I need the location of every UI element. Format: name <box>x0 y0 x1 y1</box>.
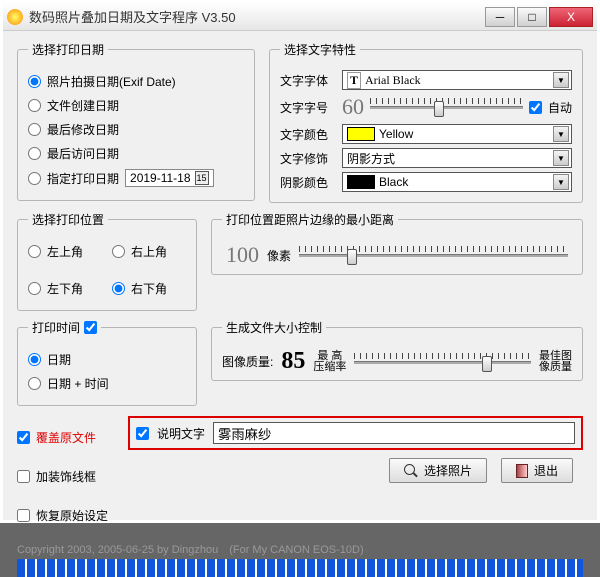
quality-value: 85 <box>281 348 305 375</box>
label-tr: 右上角 <box>131 243 167 260</box>
color-value: Yellow <box>379 127 413 141</box>
size-slider[interactable] <box>370 95 523 119</box>
app-window: 数码照片叠加日期及文字程序 V3.50 ─ □ X 选择打印日期 照片拍摄日期(… <box>0 0 600 523</box>
window-title: 数码照片叠加日期及文字程序 V3.50 <box>29 7 483 26</box>
label-bl: 左下角 <box>47 280 83 297</box>
label-date-time: 日期 + 时间 <box>47 375 109 392</box>
quality-slider[interactable] <box>354 350 531 374</box>
quality-left-note: 最 高压缩率 <box>313 351 346 373</box>
desc-label: 说明文字 <box>157 425 205 442</box>
label-modified: 最后修改日期 <box>47 121 119 138</box>
radio-br[interactable] <box>112 282 125 295</box>
margin-slider[interactable] <box>299 243 568 267</box>
description-highlight: 说明文字 <box>128 416 583 450</box>
color-swatch-icon <box>347 127 375 141</box>
shadow-value: Black <box>379 175 408 189</box>
label-tl: 左上角 <box>47 243 83 260</box>
margin-legend: 打印位置距照片边缘的最小距离 <box>222 211 398 228</box>
font-select[interactable]: T Arial Black ▼ <box>342 70 572 90</box>
date-group: 选择打印日期 照片拍摄日期(Exif Date) 文件创建日期 最后修改日期 最… <box>17 41 255 201</box>
exit-button[interactable]: 退出 <box>501 458 573 483</box>
deco-label: 文字修饰 <box>280 150 336 167</box>
restore-checkbox[interactable] <box>17 509 30 522</box>
close-button[interactable]: X <box>549 7 593 27</box>
label-date-only: 日期 <box>47 351 71 368</box>
auto-label: 自动 <box>548 99 572 116</box>
margin-value: 100 <box>226 242 259 268</box>
chevron-down-icon: ▼ <box>553 72 569 88</box>
radio-tr[interactable] <box>112 245 125 258</box>
select-photo-button[interactable]: 选择照片 <box>389 458 487 483</box>
font-value: Arial Black <box>365 73 421 88</box>
copyright: Copyright 2003, 2005-06-25 by Dingzhou (… <box>17 541 583 557</box>
auto-size-checkbox[interactable] <box>529 101 542 114</box>
titlebar: 数码照片叠加日期及文字程序 V3.50 ─ □ X <box>3 3 597 31</box>
exit-icon <box>516 464 528 478</box>
date-legend: 选择打印日期 <box>28 41 108 58</box>
overwrite-label: 覆盖原文件 <box>36 429 96 446</box>
radio-modified[interactable] <box>28 123 41 136</box>
color-label: 文字颜色 <box>280 126 336 143</box>
font-label: 文字字体 <box>280 72 336 89</box>
app-icon <box>7 9 23 25</box>
label-exif: 照片拍摄日期(Exif Date) <box>47 73 176 90</box>
position-legend: 选择打印位置 <box>28 211 108 228</box>
label-created: 文件创建日期 <box>47 97 119 114</box>
radio-bl[interactable] <box>28 282 41 295</box>
chevron-down-icon: ▼ <box>553 126 569 142</box>
quality-right-note: 最佳图像质量 <box>539 351 572 373</box>
maximize-button[interactable]: □ <box>517 7 547 27</box>
margin-group: 打印位置距照片边缘的最小距离 100 像素 <box>211 211 583 275</box>
deco-select[interactable]: 阴影方式 ▼ <box>342 148 572 168</box>
label-br: 右下角 <box>131 280 167 297</box>
overwrite-checkbox[interactable] <box>17 431 30 444</box>
radio-exif[interactable] <box>28 75 41 88</box>
border-checkbox[interactable] <box>17 470 30 483</box>
progress-bar <box>17 559 583 577</box>
radio-created[interactable] <box>28 99 41 112</box>
quality-legend: 生成文件大小控制 <box>222 319 326 336</box>
time-group: 打印时间 日期 日期 + 时间 <box>17 319 197 406</box>
shadow-label: 阴影颜色 <box>280 174 336 191</box>
quality-group: 生成文件大小控制 图像质量: 85 最 高压缩率 最佳图像质量 <box>211 319 583 381</box>
radio-date-only[interactable] <box>28 353 41 366</box>
radio-tl[interactable] <box>28 245 41 258</box>
date-picker[interactable]: 2019-11-18 15 <box>125 169 214 187</box>
magnifier-icon <box>404 464 418 478</box>
margin-unit: 像素 <box>267 247 291 264</box>
radio-date-time[interactable] <box>28 377 41 390</box>
chevron-down-icon: ▼ <box>553 174 569 190</box>
label-specified: 指定打印日期 <box>47 170 119 187</box>
size-label: 文字字号 <box>280 99 336 116</box>
time-legend: 打印时间 <box>28 319 101 336</box>
chevron-down-icon: ▼ <box>553 150 569 166</box>
font-legend: 选择文字特性 <box>280 41 360 58</box>
quality-label: 图像质量: <box>222 353 273 370</box>
position-group: 选择打印位置 左上角 右上角 左下角 右下角 <box>17 211 197 311</box>
deco-value: 阴影方式 <box>347 150 395 167</box>
radio-specified[interactable] <box>28 172 41 185</box>
desc-input[interactable] <box>213 422 575 444</box>
color-swatch-icon <box>347 175 375 189</box>
desc-checkbox[interactable] <box>136 427 149 440</box>
time-enable-checkbox[interactable] <box>84 321 97 334</box>
text-color-select[interactable]: Yellow ▼ <box>342 124 572 144</box>
size-value: 60 <box>342 94 364 120</box>
calendar-icon: 15 <box>195 171 209 185</box>
shadow-color-select[interactable]: Black ▼ <box>342 172 572 192</box>
restore-label: 恢复原始设定 <box>36 507 108 524</box>
radio-accessed[interactable] <box>28 147 41 160</box>
font-group: 选择文字特性 文字字体 T Arial Black ▼ 文字字号 60 自动 <box>269 41 583 203</box>
minimize-button[interactable]: ─ <box>485 7 515 27</box>
font-icon: T <box>347 72 361 89</box>
date-value: 2019-11-18 <box>130 171 191 185</box>
border-label: 加装饰线框 <box>36 468 96 485</box>
label-accessed: 最后访问日期 <box>47 145 119 162</box>
